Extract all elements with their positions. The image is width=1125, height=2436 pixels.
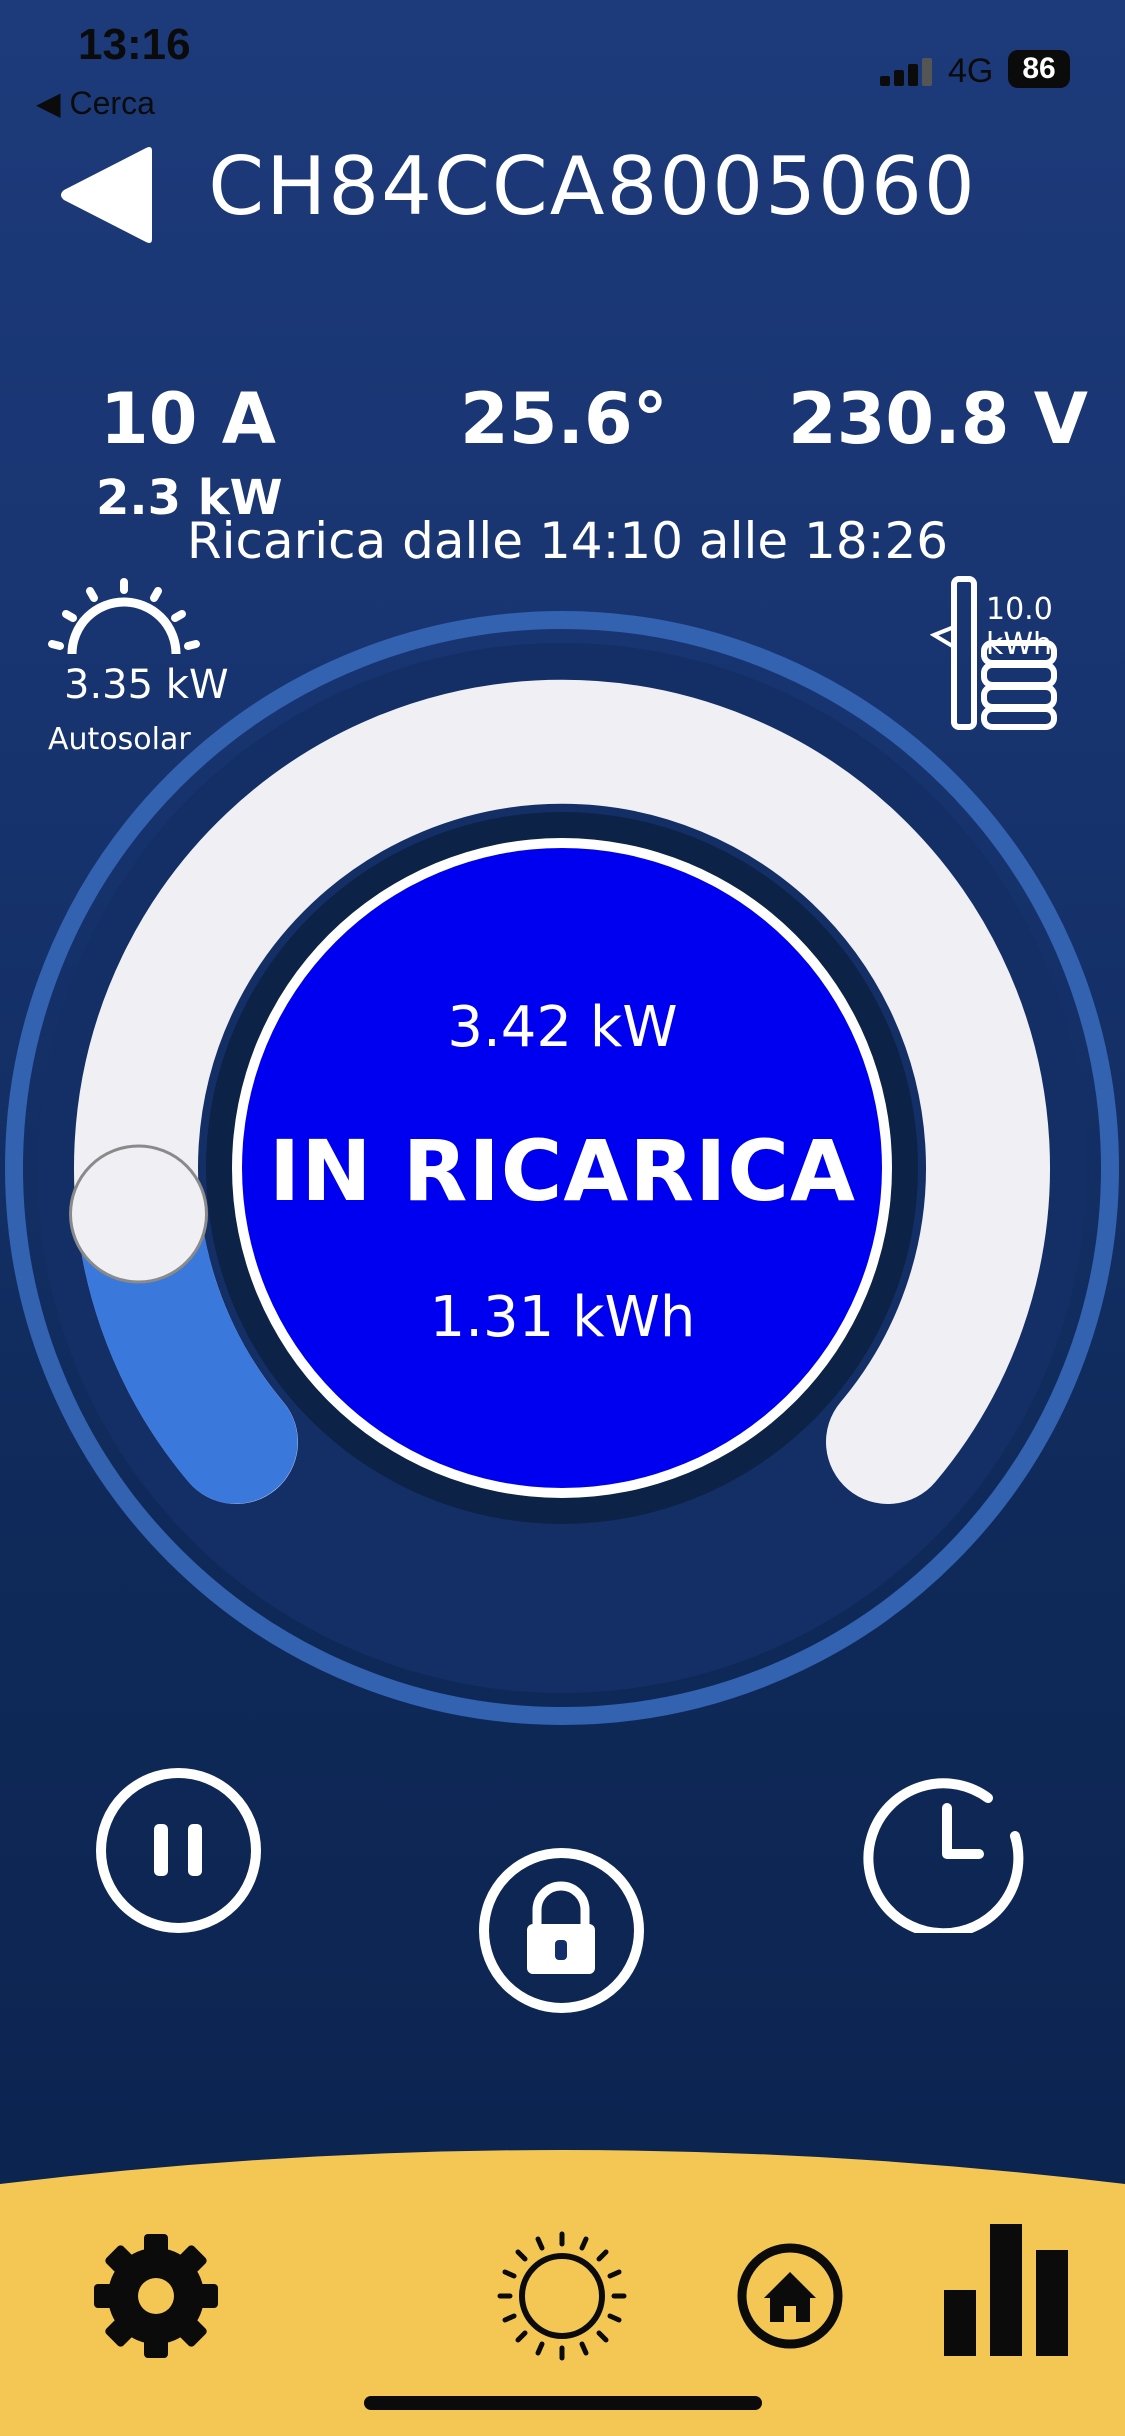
lock-button[interactable] xyxy=(479,1848,644,2013)
pause-icon xyxy=(154,1824,202,1876)
battery-level: 86 xyxy=(1008,50,1070,88)
signal-icon xyxy=(880,56,936,86)
status-time: 13:16 xyxy=(78,20,191,69)
schedule-button[interactable] xyxy=(863,1768,1028,1933)
schedule-text: Ricarica dalle 14:10 alle 18:26 xyxy=(186,512,949,570)
charged-energy-value: 1.31 kWh xyxy=(429,1285,696,1350)
current-value: 10 A xyxy=(100,378,276,460)
charging-state: IN RICARICA xyxy=(269,1122,856,1220)
lock-icon xyxy=(527,1881,595,1974)
back-to-search-link[interactable]: ◀ Cerca xyxy=(36,84,155,122)
clock-icon xyxy=(863,1778,1024,1933)
charger-id-title: CH84CCA8005060 xyxy=(208,140,977,233)
gear-icon[interactable] xyxy=(94,2234,218,2358)
bottom-navigation xyxy=(0,2150,1125,2436)
home-indicator[interactable] xyxy=(364,2396,762,2410)
voltage-value: 230.8 V xyxy=(788,378,1088,460)
network-type: 4G xyxy=(948,52,994,90)
temperature-value: 25.6° xyxy=(460,378,668,460)
pause-button[interactable] xyxy=(96,1768,261,1933)
charging-power-value: 3.42 kW xyxy=(447,995,678,1060)
